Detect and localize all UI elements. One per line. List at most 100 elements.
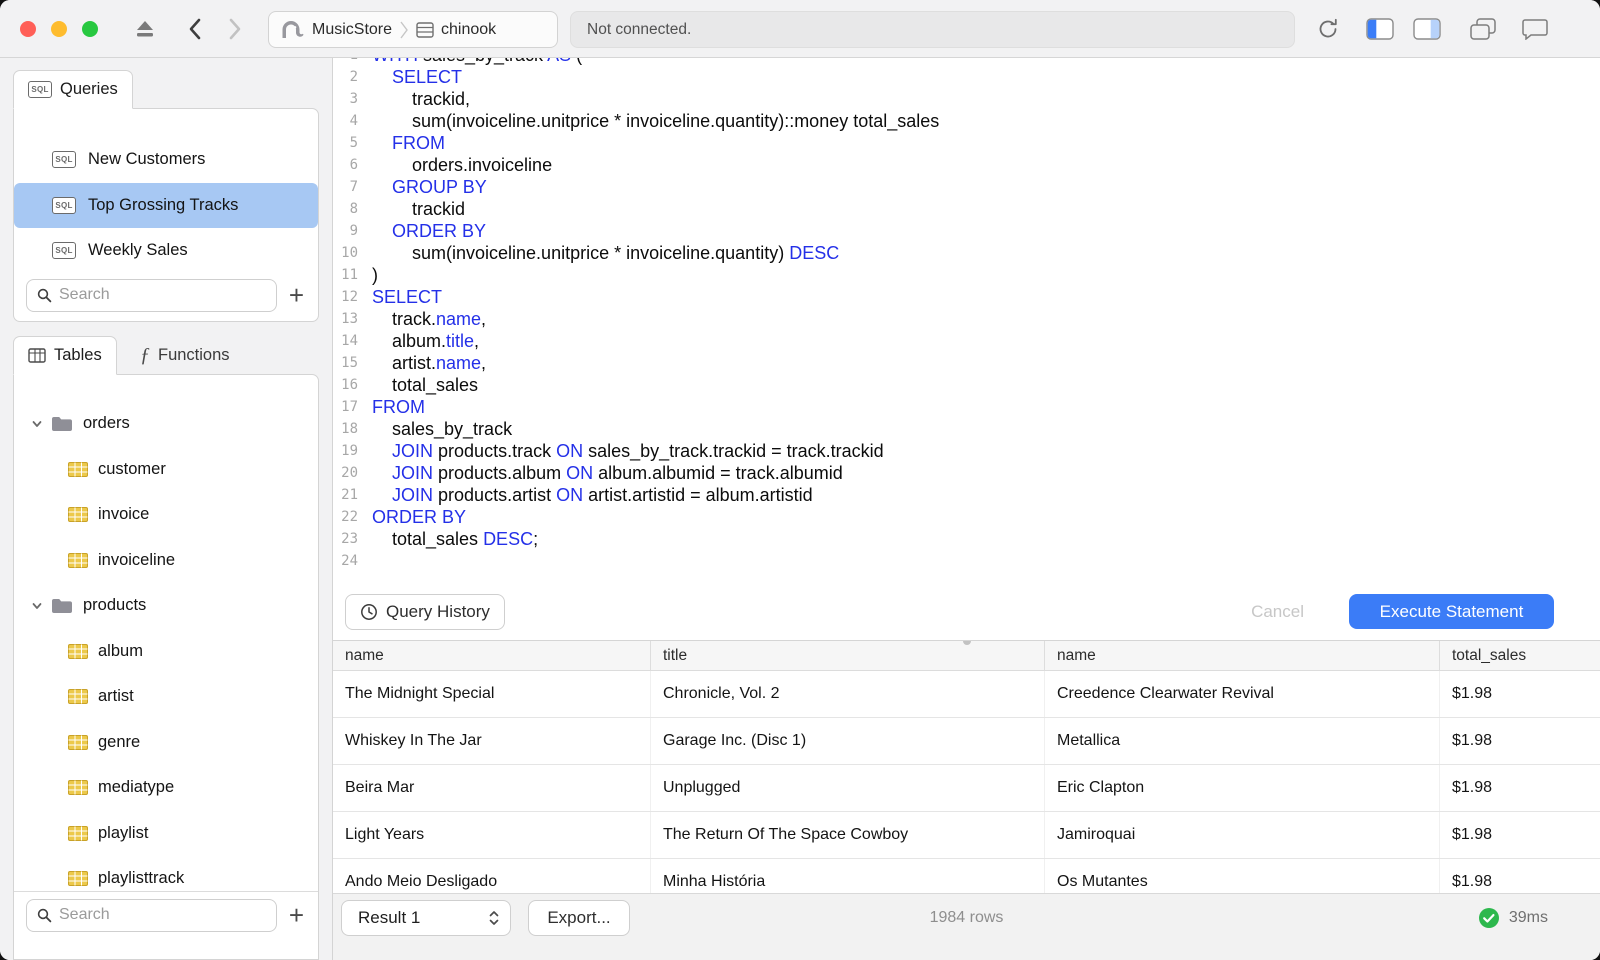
result-cell: Eric Clapton xyxy=(1045,765,1440,811)
line-number: 19 xyxy=(341,443,358,459)
table-icon xyxy=(68,552,88,568)
tab-queries[interactable]: SQL Queries xyxy=(13,70,133,109)
sql-file-icon: SQL xyxy=(52,242,76,260)
code-line: 12 SELECT xyxy=(333,286,1600,308)
line-number: 13 xyxy=(341,311,358,327)
toggle-left-sidebar-button[interactable] xyxy=(1366,18,1394,40)
elapsed-text: 39ms xyxy=(1508,909,1548,926)
toggle-right-sidebar-button[interactable] xyxy=(1413,18,1441,40)
breadcrumb-server[interactable]: MusicStore xyxy=(312,21,392,39)
cancel-button[interactable]: Cancel xyxy=(1251,602,1304,622)
sidebar-item-album[interactable]: album xyxy=(14,629,318,675)
app-window: MusicStore chinook Not connected. SQL Qu… xyxy=(0,0,1600,960)
forward-button[interactable] xyxy=(228,18,242,40)
table-row[interactable]: Light Years The Return Of The Space Cowbo… xyxy=(333,812,1600,859)
eject-button[interactable] xyxy=(134,19,156,39)
execute-statement-button[interactable]: Execute Statement xyxy=(1349,594,1554,629)
result-selector[interactable]: Result 1 xyxy=(341,900,511,936)
table-icon xyxy=(68,780,88,796)
sidebar-item-products[interactable]: products xyxy=(14,583,318,629)
splitter-handle[interactable] xyxy=(962,641,971,645)
zoom-window-button[interactable] xyxy=(82,21,98,37)
code-line: 2 SELECT xyxy=(333,66,1600,88)
table-row[interactable]: Whiskey In The Jar Garage Inc. (Disc 1) Me… xyxy=(333,718,1600,765)
line-number: 17 xyxy=(341,399,358,415)
table-icon xyxy=(68,825,88,841)
result-cell: $1.98 xyxy=(1452,685,1493,702)
table-icon xyxy=(68,689,88,705)
line-number: 22 xyxy=(341,509,358,525)
column-header[interactable]: total_sales xyxy=(1440,641,1600,670)
tree-item-label: album xyxy=(98,641,143,660)
minimize-window-button[interactable] xyxy=(51,21,67,37)
code-line: 13 track.name, xyxy=(333,308,1600,330)
add-query-button[interactable]: + xyxy=(283,280,310,310)
code-line: 18 sales_by_track xyxy=(333,418,1600,440)
line-number: 2 xyxy=(349,69,358,85)
result-cell: $1.98 xyxy=(1452,826,1493,843)
add-table-button[interactable]: + xyxy=(283,900,310,930)
sidebar-item-invoiceline[interactable]: invoiceline xyxy=(14,538,318,584)
tables-panel: orders customer invoice invoiceline products… xyxy=(13,374,319,960)
sidebar-item-artist[interactable]: artist xyxy=(14,674,318,720)
table-row[interactable]: Beira Mar Unplugged Eric Clapton $1.98 xyxy=(333,765,1600,812)
result-cell: Unplugged xyxy=(651,765,1045,811)
tables-search-input[interactable] xyxy=(59,906,266,924)
search-icon xyxy=(37,908,52,922)
line-number: 6 xyxy=(349,157,358,173)
refresh-button[interactable] xyxy=(1316,17,1340,41)
chevron-down-icon[interactable] xyxy=(31,600,43,612)
code-text: total_sales xyxy=(372,375,479,395)
sql-file-icon: SQL xyxy=(52,151,76,169)
code-text: total_sales DESC; xyxy=(372,529,539,549)
tree-item-label: customer xyxy=(98,459,166,478)
sql-editor[interactable]: 1WITH sales_by_track AS (2 SELECT3 track… xyxy=(333,58,1600,583)
code-text: JOIN products.artist ON artist.artistid … xyxy=(392,485,813,505)
export-button[interactable]: Export... xyxy=(528,900,630,936)
back-button[interactable] xyxy=(188,18,202,40)
sidebar-item-invoice[interactable]: invoice xyxy=(14,492,318,538)
sidebar-item-playlist[interactable]: playlist xyxy=(14,811,318,857)
tab-tables[interactable]: Tables xyxy=(13,336,117,375)
code-line: 23 total_sales DESC; xyxy=(333,528,1600,550)
code-text: JOIN products.track ON sales_by_track.tr… xyxy=(392,441,884,461)
breadcrumb-database[interactable]: chinook xyxy=(441,21,496,39)
queries-search-input[interactable] xyxy=(59,286,266,304)
code-text: sales_by_track xyxy=(372,419,513,439)
feedback-button[interactable] xyxy=(1522,18,1548,40)
tables-search-field[interactable] xyxy=(26,898,277,932)
queries-search-field[interactable] xyxy=(26,278,277,312)
table-icon xyxy=(68,734,88,750)
code-text: album.title, xyxy=(372,331,480,351)
column-header[interactable]: title xyxy=(651,641,1045,670)
window-tabs-button[interactable] xyxy=(1470,18,1496,40)
table-grid-icon xyxy=(28,348,46,363)
query-history-button[interactable]: Query History xyxy=(345,593,505,630)
sidebar-item-genre[interactable]: genre xyxy=(14,720,318,766)
sidebar-item-orders[interactable]: orders xyxy=(14,401,318,447)
overlapping-windows-icon xyxy=(1470,18,1496,40)
table-row[interactable]: The Midnight Special Chronicle, Vol. 2 Cre… xyxy=(333,671,1600,718)
query-item-new-customers[interactable]: SQL New Customers xyxy=(14,137,318,183)
left-panel-icon xyxy=(1366,18,1394,40)
sidebar-item-customer[interactable]: customer xyxy=(14,447,318,493)
breadcrumb[interactable]: MusicStore chinook xyxy=(268,11,558,48)
column-header[interactable]: name xyxy=(1045,641,1440,670)
line-number: 20 xyxy=(341,465,358,481)
folder-icon xyxy=(52,599,72,614)
code-line: 5 FROM xyxy=(333,132,1600,154)
chevron-down-icon[interactable] xyxy=(31,418,43,430)
tab-functions[interactable]: ƒ Functions xyxy=(130,336,240,375)
sidebar-item-mediatype[interactable]: mediatype xyxy=(14,765,318,811)
line-number: 7 xyxy=(349,179,358,195)
code-line: 19 JOIN products.track ON sales_by_track… xyxy=(333,440,1600,462)
result-cell: Whiskey In The Jar xyxy=(333,718,651,764)
query-item-weekly-sales[interactable]: SQL Weekly Sales xyxy=(14,228,318,274)
column-header[interactable]: name xyxy=(333,641,651,670)
code-text: trackid, xyxy=(372,89,471,109)
close-window-button[interactable] xyxy=(20,21,36,37)
query-item-top-grossing-tracks[interactable]: SQL Top Grossing Tracks xyxy=(14,182,318,228)
tables-search-strip: + xyxy=(14,891,318,959)
code-text: sum(invoiceline.unitprice * invoiceline.… xyxy=(372,243,840,263)
chevron-right-icon xyxy=(229,18,241,40)
